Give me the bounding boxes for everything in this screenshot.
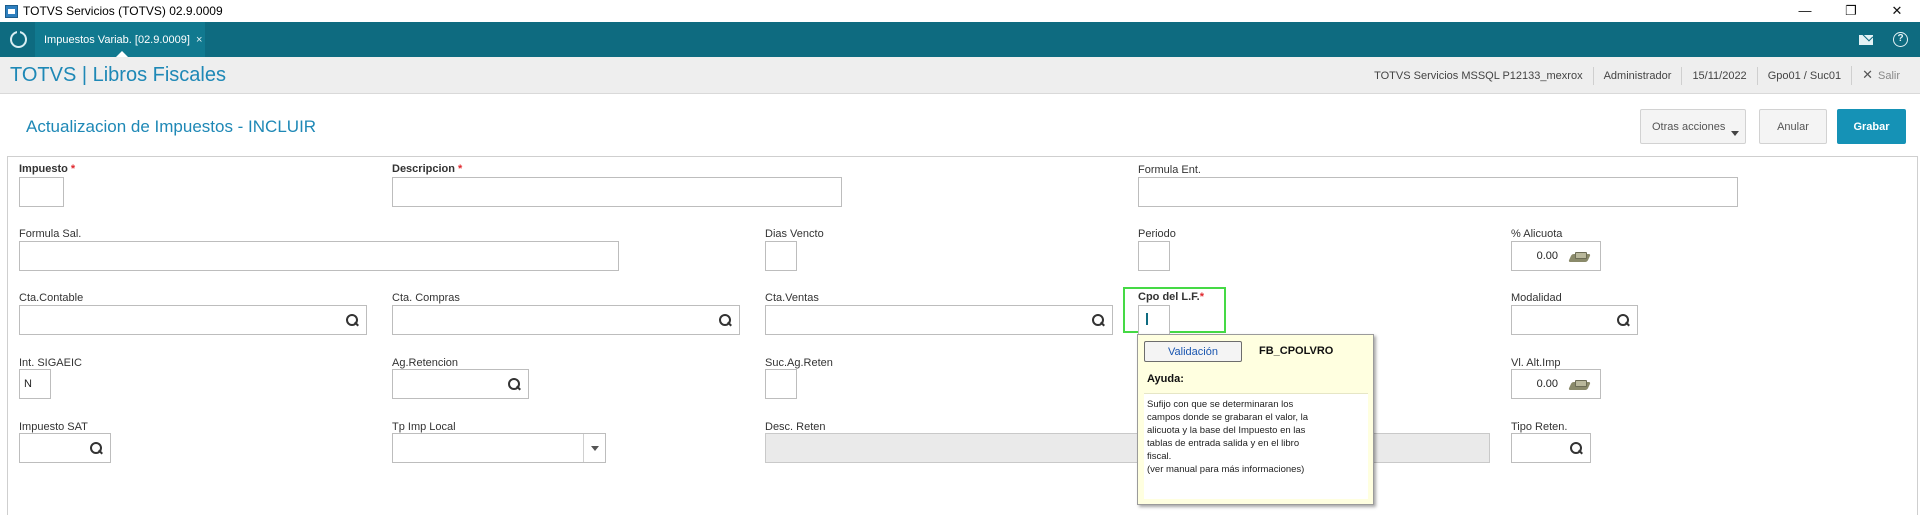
dias-vencto-input[interactable] — [765, 241, 797, 271]
desc-reten-label: Desc. Reten — [765, 421, 826, 433]
tipo-reten-input[interactable] — [1511, 433, 1591, 463]
formula-ent-label: Formula Ent. — [1138, 164, 1201, 176]
alicuota-label: % Alicuota — [1511, 228, 1563, 240]
help-text: Sufijo con que se determinaran los campo… — [1144, 393, 1368, 499]
calculator-icon[interactable] — [1570, 379, 1590, 391]
session-info: TOTVS Servicios MSSQL P12133_mexrox Admi… — [1364, 57, 1920, 94]
environment-label: TOTVS Servicios MSSQL P12133_mexrox — [1374, 69, 1583, 82]
other-actions-button[interactable]: Otras acciones — [1640, 109, 1746, 144]
impuesto-label: Impuesto * — [19, 163, 76, 175]
impuesto-input[interactable] — [19, 177, 64, 207]
cta-ventas-input[interactable] — [765, 305, 1113, 335]
descripcion-input[interactable] — [392, 177, 842, 207]
cpo-lf-input[interactable] — [1138, 305, 1170, 335]
dias-vencto-label: Dias Vencto — [765, 228, 824, 240]
chevron-down-icon — [1731, 131, 1739, 136]
formula-ent-input[interactable] — [1138, 177, 1738, 207]
mail-icon[interactable] — [1859, 34, 1873, 45]
descripcion-label: Descripcion * — [392, 163, 463, 175]
tab-bar: Impuestos Variab. [02.9.0009] × ? — [0, 22, 1920, 57]
alicuota-value: 0.00 — [1536, 250, 1558, 262]
exit-icon: ✕ — [1862, 67, 1873, 82]
search-icon[interactable] — [89, 441, 103, 455]
exit-button[interactable]: ✕ Salir — [1851, 66, 1920, 85]
power-icon[interactable] — [10, 30, 27, 48]
periodo-input[interactable] — [1138, 241, 1170, 271]
save-button[interactable]: Grabar — [1837, 109, 1906, 144]
tipo-reten-label: Tipo Reten. — [1511, 421, 1568, 433]
cta-contable-input[interactable] — [19, 305, 367, 335]
header-bar: TOTVS | Libros Fiscales TOTVS Servicios … — [0, 57, 1920, 94]
calculator-icon[interactable] — [1570, 251, 1590, 263]
branch-label: Gpo01 / Suc01 — [1756, 66, 1851, 85]
ag-retencion-label: Ag.Retencion — [392, 357, 459, 369]
required-mark: * — [457, 163, 463, 175]
page-title: Actualizacion de Impuestos - INCLUIR — [26, 117, 317, 136]
modalidad-label: Modalidad — [1511, 292, 1562, 304]
cta-compras-label: Cta. Compras — [392, 292, 460, 304]
date-label: 15/11/2022 — [1681, 66, 1756, 85]
tabbar-icons: ? — [1859, 22, 1908, 57]
alicuota-input[interactable]: 0.00 — [1511, 241, 1601, 271]
app-brand: TOTVS | Libros Fiscales — [10, 64, 226, 86]
required-mark: * — [70, 163, 76, 175]
text-cursor — [1146, 313, 1148, 325]
exit-label: Salir — [1877, 70, 1900, 82]
desc-reten-input — [765, 433, 1490, 463]
suc-ag-reten-label: Suc.Ag.Reten — [765, 357, 833, 369]
validation-button[interactable]: Validación — [1144, 341, 1242, 362]
cta-contable-label: Cta.Contable — [19, 292, 84, 304]
search-icon[interactable] — [1569, 441, 1583, 455]
cta-ventas-label: Cta.Ventas — [765, 292, 819, 304]
help-title: Ayuda: — [1147, 373, 1184, 385]
vl-alt-imp-value: 0.00 — [1536, 378, 1558, 390]
suc-ag-reten-input[interactable] — [765, 369, 797, 399]
search-icon[interactable] — [507, 377, 521, 391]
impuesto-sat-input[interactable] — [19, 433, 111, 463]
formula-sal-label: Formula Sal. — [19, 228, 82, 240]
tab-close-icon[interactable]: × — [196, 34, 202, 46]
periodo-label: Periodo — [1138, 228, 1176, 240]
app-icon — [5, 4, 18, 18]
cancel-button[interactable]: Anular — [1759, 109, 1827, 144]
cta-compras-input[interactable] — [392, 305, 740, 335]
restore-icon[interactable]: ❐ — [1828, 0, 1874, 22]
user-label: Administrador — [1592, 66, 1682, 85]
other-actions-label: Otras acciones — [1652, 120, 1726, 133]
search-icon[interactable] — [345, 313, 359, 327]
int-sigaeic-label: Int. SIGAEIC — [19, 357, 82, 369]
int-sigaeic-input[interactable]: N — [19, 369, 51, 399]
vl-alt-imp-input[interactable]: 0.00 — [1511, 369, 1601, 399]
impuesto-sat-label: Impuesto SAT — [19, 421, 88, 433]
vl-alt-imp-label: Vl. Alt.Imp — [1511, 357, 1561, 369]
help-icon[interactable]: ? — [1893, 32, 1908, 47]
window-controls: — ❐ ✕ — [1782, 0, 1920, 22]
minimize-icon[interactable]: — — [1782, 0, 1828, 22]
tp-imp-local-select[interactable] — [392, 433, 606, 463]
window-title: TOTVS Servicios (TOTVS) 02.9.0009 — [23, 4, 223, 18]
field-help-tooltip: Validación FB_CPOLVRO Ayuda: Sufijo con … — [1137, 334, 1374, 505]
search-icon[interactable] — [1616, 313, 1630, 327]
formula-sal-input[interactable] — [19, 241, 619, 271]
tp-imp-local-label: Tp Imp Local — [392, 421, 456, 433]
close-icon[interactable]: ✕ — [1874, 0, 1920, 22]
search-icon[interactable] — [718, 313, 732, 327]
window-titlebar: TOTVS Servicios (TOTVS) 02.9.0009 — ❐ ✕ — [0, 0, 1920, 22]
modalidad-input[interactable] — [1511, 305, 1638, 335]
field-code: FB_CPOLVRO — [1259, 345, 1334, 357]
ag-retencion-input[interactable] — [392, 369, 529, 399]
search-icon[interactable] — [1091, 313, 1105, 327]
chevron-down-icon[interactable] — [583, 434, 605, 462]
tab-label: Impuestos Variab. [02.9.0009] — [44, 33, 190, 46]
